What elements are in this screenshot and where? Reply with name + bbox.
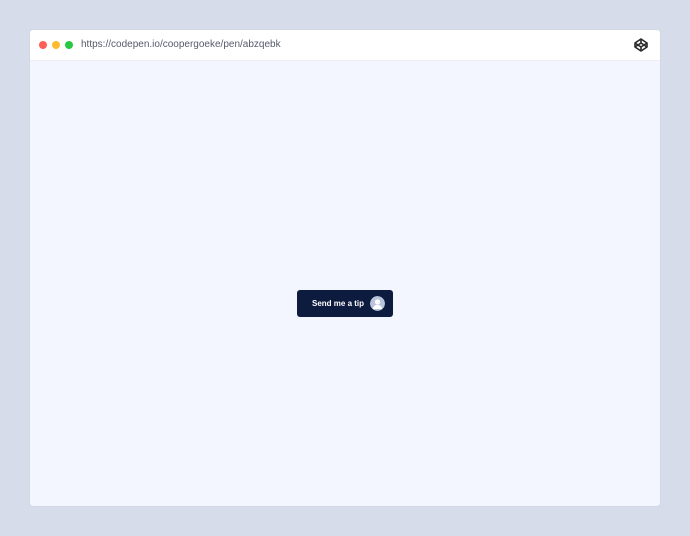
browser-window: https://codepen.io/coopergoeke/pen/abzqe… [30, 30, 660, 506]
close-window-dot[interactable] [39, 41, 47, 49]
avatar-icon [370, 296, 385, 311]
maximize-window-dot[interactable] [65, 41, 73, 49]
codepen-icon[interactable] [634, 38, 648, 52]
page-content: Send me a tip [30, 60, 660, 506]
url-bar[interactable]: https://codepen.io/coopergoeke/pen/abzqe… [81, 38, 281, 52]
send-tip-button[interactable]: Send me a tip [297, 290, 393, 317]
send-tip-button-label: Send me a tip [312, 298, 365, 308]
browser-titlebar: https://codepen.io/coopergoeke/pen/abzqe… [30, 30, 660, 60]
minimize-window-dot[interactable] [52, 41, 60, 49]
